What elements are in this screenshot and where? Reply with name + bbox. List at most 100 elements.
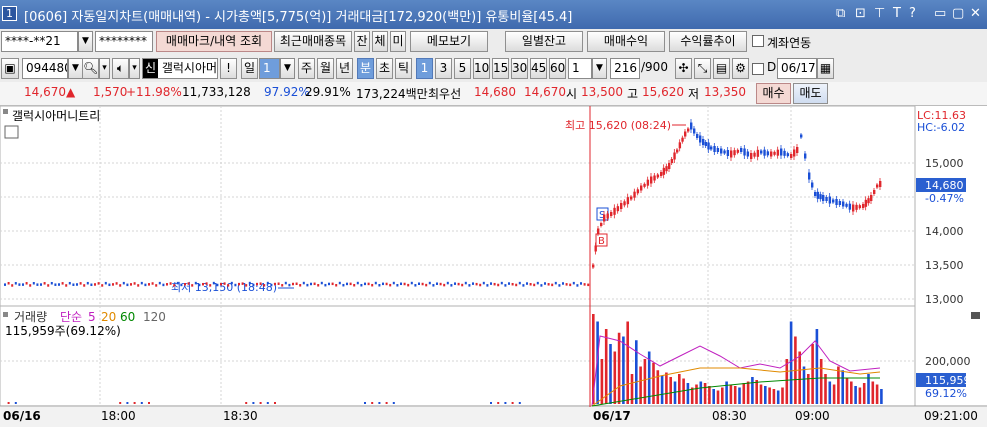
time-label-0830: 08:30 bbox=[712, 409, 747, 423]
calendar-icon[interactable]: ▦ bbox=[817, 58, 834, 79]
stock-code-dropdown[interactable]: ▼ bbox=[68, 58, 83, 79]
draw-tool-icon[interactable]: ⤡ bbox=[694, 58, 711, 79]
price-tick-13500: 13,000 bbox=[925, 293, 964, 306]
window-link-icon[interactable]: ⊡ bbox=[855, 6, 866, 22]
hc-value: HC:-6.02 bbox=[917, 121, 965, 134]
period-month-button[interactable]: 월 bbox=[317, 58, 334, 79]
time-label-0616: 06/16 bbox=[3, 409, 41, 423]
recent-trades-button[interactable]: 최근매매종목 bbox=[274, 31, 352, 52]
volume-legend-20: 20 bbox=[101, 310, 116, 324]
date-input[interactable]: 06/17 bbox=[777, 58, 817, 79]
search-icon[interactable]: 🔍︎ bbox=[82, 58, 99, 79]
window-copy-icon[interactable]: ⧉ bbox=[836, 6, 845, 22]
high-annotation: 최고 15,620 (08:24) bbox=[565, 119, 671, 132]
window-title: [0606] 자동일지차트(매매내역) - 시가총액[5,775(억)] 거래대… bbox=[24, 10, 573, 25]
interval-1-button[interactable]: 1 bbox=[416, 58, 433, 79]
period-value-dropdown[interactable]: ▼ bbox=[280, 58, 295, 79]
chart-area[interactable]: 갤럭시아머니트리 LC:11.63 HC:-6.02 15,000 14,000… bbox=[0, 105, 987, 427]
interval-15-button[interactable]: 15 bbox=[492, 58, 509, 79]
time-label-1800: 18:00 bbox=[101, 409, 136, 423]
volume-current-pct: 69.12% bbox=[925, 387, 967, 400]
panel-collapse-icon[interactable] bbox=[3, 109, 8, 114]
stock-name-label: 갤럭시아머니 bbox=[161, 61, 218, 75]
price-change-pct: +11.98% bbox=[126, 85, 182, 99]
volume-legend-title: 거래량 bbox=[14, 310, 47, 324]
volume-legend-5: 5 bbox=[88, 310, 96, 324]
interval-dropdown[interactable]: ▼ bbox=[592, 58, 607, 79]
interval-input[interactable]: 1 bbox=[568, 58, 592, 79]
window-titlebar: 1 [0606] 자동일지차트(매매내역) - 시가총액[5,775(억)] 거… bbox=[0, 0, 987, 29]
panel-grid-icon[interactable] bbox=[4, 125, 19, 139]
period-second-button[interactable]: 초 bbox=[376, 58, 393, 79]
volume-close-icon[interactable] bbox=[971, 312, 980, 319]
speaker-icon[interactable]: 🔈︎ bbox=[112, 58, 129, 79]
layout-icon[interactable]: ▣ bbox=[1, 58, 19, 79]
price-tick-14500: 14,000 bbox=[925, 225, 964, 238]
minimize-icon[interactable]: ▭ bbox=[934, 6, 946, 22]
chart-toolbar: ▣ 094480 ▼ 🔍︎ ▾ 🔈︎ ▾ 신 갤럭시아머니 ! 일 1 ▼ 주 … bbox=[0, 55, 987, 82]
time-label-current: 09:21:00 bbox=[924, 409, 978, 423]
account-link-label: 계좌연동 bbox=[767, 36, 812, 50]
period-week-button[interactable]: 주 bbox=[298, 58, 315, 79]
volume-value: 11,733,128 bbox=[182, 85, 251, 99]
period-tick-button[interactable]: 틱 bbox=[395, 58, 412, 79]
account-link-checkbox[interactable] bbox=[752, 35, 764, 47]
search-dropdown[interactable]: ▾ bbox=[99, 58, 110, 79]
buy-button[interactable]: 매수 bbox=[756, 83, 791, 104]
period-value-input[interactable]: 1 bbox=[259, 58, 280, 79]
stock-name-field[interactable]: 신 갤럭시아머니 bbox=[142, 58, 218, 79]
open-price: 13,500 bbox=[581, 85, 623, 99]
filled-button[interactable]: 체 bbox=[372, 31, 388, 52]
help-icon[interactable]: ? bbox=[909, 6, 916, 22]
trade-mark-button[interactable]: 매매마크/내역 조회 bbox=[156, 31, 272, 52]
time-label-0900: 09:00 bbox=[795, 409, 830, 423]
interval-60-button[interactable]: 60 bbox=[549, 58, 566, 79]
sell-button[interactable]: 매도 bbox=[793, 83, 828, 104]
price-tick-14000: 13,500 bbox=[925, 259, 964, 272]
trade-profit-button[interactable]: 매매수익 bbox=[587, 31, 665, 52]
password-field[interactable]: ******** bbox=[95, 31, 153, 52]
crosshair-icon[interactable]: ✣ bbox=[675, 58, 692, 79]
period-daily-button[interactable]: 일 bbox=[241, 58, 258, 79]
volume-legend-60: 60 bbox=[120, 310, 135, 324]
period-year-button[interactable]: 년 bbox=[336, 58, 353, 79]
time-label-0617: 06/17 bbox=[593, 409, 631, 423]
data-count-input[interactable]: 216 bbox=[610, 58, 640, 79]
date-checkbox[interactable] bbox=[752, 63, 764, 75]
current-price: 14,670 bbox=[24, 85, 66, 99]
interval-45-button[interactable]: 45 bbox=[530, 58, 547, 79]
unfilled-button[interactable]: 미 bbox=[390, 31, 406, 52]
return-trend-button[interactable]: 수익률추이 bbox=[669, 31, 747, 52]
volume-info: 115,959주(69.12%) bbox=[5, 324, 121, 338]
restore-icon[interactable]: ▢ bbox=[952, 6, 964, 22]
trade-amount: 173,224백만 bbox=[356, 87, 428, 101]
close-icon[interactable]: ✕ bbox=[970, 6, 981, 22]
interval-10-button[interactable]: 10 bbox=[473, 58, 490, 79]
account-field[interactable]: ****-**21 bbox=[1, 31, 78, 52]
stock-code-input[interactable]: 094480 bbox=[22, 58, 68, 79]
speaker-dropdown[interactable]: ▾ bbox=[129, 58, 140, 79]
interval-3-button[interactable]: 3 bbox=[435, 58, 452, 79]
low-price: 13,350 bbox=[704, 85, 746, 99]
volume-collapse-icon[interactable] bbox=[3, 312, 8, 317]
interval-5-button[interactable]: 5 bbox=[454, 58, 471, 79]
balance-button[interactable]: 잔 bbox=[354, 31, 370, 52]
high-label: 고 bbox=[627, 87, 639, 101]
memo-button[interactable]: 메모보기 bbox=[410, 31, 488, 52]
window-number-icon: 1 bbox=[2, 6, 17, 21]
account-dropdown[interactable]: ▼ bbox=[78, 31, 93, 52]
interval-30-button[interactable]: 30 bbox=[511, 58, 528, 79]
settings-gear-icon[interactable]: ⚙ bbox=[732, 58, 749, 79]
daily-balance-button[interactable]: 일별잔고 bbox=[505, 31, 583, 52]
save-icon[interactable]: ▤ bbox=[713, 58, 730, 79]
price-tick-15000: 15,000 bbox=[925, 157, 964, 170]
font-size-icon[interactable]: T bbox=[893, 6, 901, 22]
period-minute-button[interactable]: 분 bbox=[357, 58, 374, 79]
warning-button[interactable]: ! bbox=[220, 58, 237, 79]
pin-icon[interactable]: ⊤ bbox=[874, 6, 885, 22]
open-label: 시 bbox=[566, 87, 578, 101]
price-change: 1,570 bbox=[93, 85, 128, 99]
up-triangle-icon: ▲ bbox=[66, 85, 76, 99]
volume-tick-200000: 200,000 bbox=[925, 355, 971, 368]
price-panel-title: 갤럭시아머니트리 bbox=[12, 109, 100, 123]
